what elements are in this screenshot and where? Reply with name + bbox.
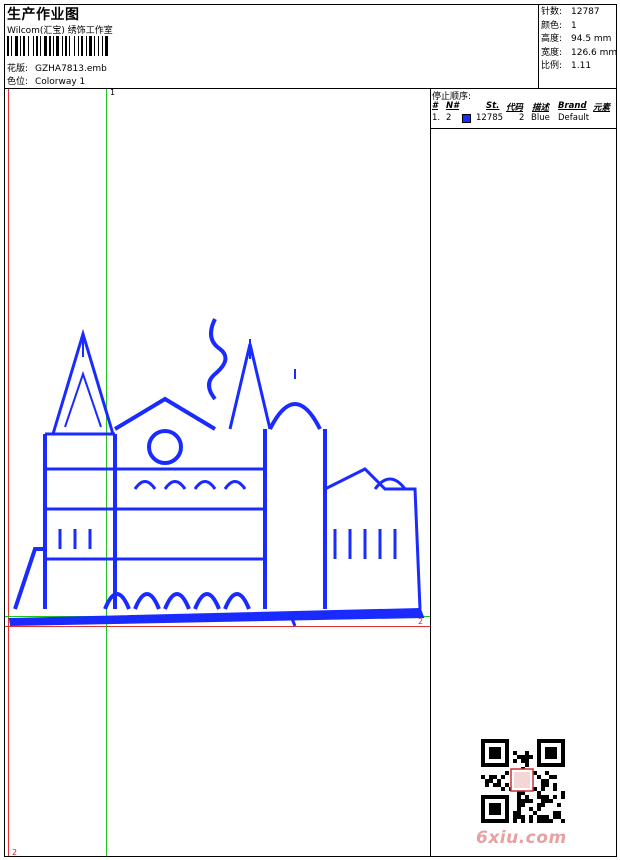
col-code: 代码 (506, 103, 524, 113)
row-desc: Blue (531, 113, 550, 123)
row-brand: Default (558, 113, 590, 123)
watermark-text: 6xiu.com (476, 828, 567, 848)
design-value: GZHA7813.emb (35, 64, 107, 74)
info-separator (538, 4, 539, 88)
design-line: 花版: GZHA7813.emb (7, 61, 107, 74)
document-title: 生产作业图 (7, 7, 80, 23)
stop-table-rule (430, 128, 617, 129)
row-num: 1. (432, 113, 441, 123)
color-swatch (462, 114, 471, 123)
row-code: 2 (519, 113, 525, 123)
colorway-value: Colorway 1 (35, 77, 86, 87)
design-label: 花版: (7, 64, 29, 74)
info-colors: 颜色: 1 (541, 20, 577, 31)
info-height: 高度: 94.5 mm (541, 34, 612, 44)
col-desc: 描述 (532, 103, 550, 113)
stop-table-header: # N# St. 代码 描述 Brand 元素 (432, 101, 616, 113)
table-row: 1. 2 12785 2 Blue Default (432, 113, 616, 125)
col-needle: N# (446, 101, 460, 111)
info-scale: 比例: 1.11 (541, 61, 592, 71)
company-name: Wilcom(汇宝) 绣饰工作室 (7, 26, 113, 36)
stop-sequence-table: # N# St. 代码 描述 Brand 元素 1. 2 12785 2 Blu… (432, 101, 616, 125)
embroidery-design (8, 318, 425, 627)
design-info: 针数: 12787 颜色: 1 高度: 94.5 mm 宽度: 126.6 mm 比例:… (541, 6, 617, 74)
colorway-label: 色位: (7, 77, 29, 87)
info-stitches: 针数: 12787 (541, 7, 600, 17)
colorway-line: 色位: Colorway 1 (7, 74, 85, 87)
col-stitches: St. (486, 101, 500, 111)
barcode (7, 36, 108, 56)
panel-separator (430, 88, 431, 857)
qr-code (481, 739, 565, 823)
col-element: 元素 (593, 103, 611, 113)
row-stitches: 12785 (476, 113, 504, 123)
info-width: 宽度: 126.6 mm (541, 47, 618, 58)
row-needle: 2 (446, 113, 452, 123)
col-num: # (432, 101, 438, 111)
col-brand: Brand (558, 101, 587, 111)
